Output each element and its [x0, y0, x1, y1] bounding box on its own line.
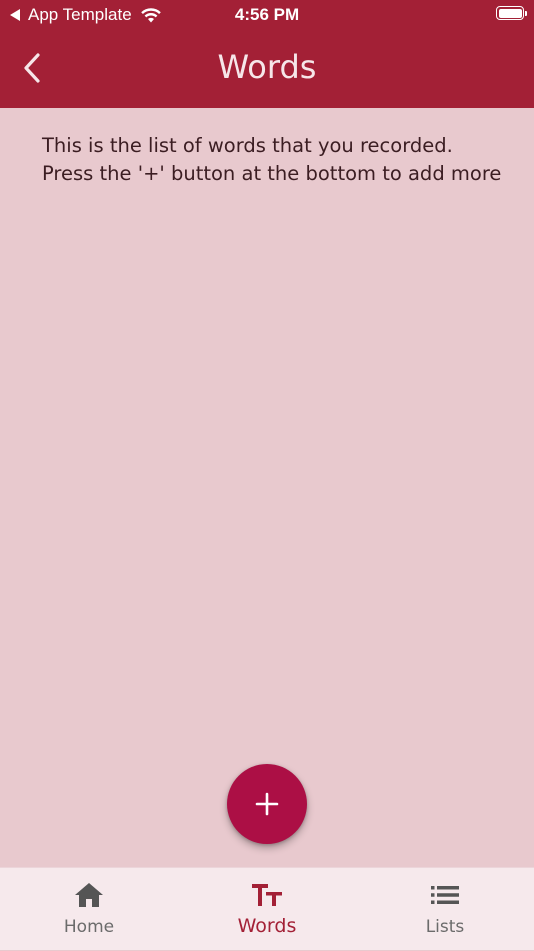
- page-title: Words: [217, 48, 317, 86]
- status-bar: App Template 4:56 PM: [0, 0, 534, 30]
- plus-icon: [255, 792, 279, 816]
- intro-line: This is the list of words that you recor…: [42, 134, 453, 157]
- text-size-icon: [252, 884, 282, 906]
- tab-words[interactable]: Words: [178, 868, 356, 951]
- app-header: App Template 4:56 PM Words: [0, 0, 534, 108]
- list-icon: [431, 886, 459, 904]
- tab-lists-label: Lists: [425, 917, 465, 937]
- tab-home-label: Home: [63, 917, 115, 937]
- intro-text: This is the list of words that you recor…: [42, 132, 512, 188]
- tab-bar: Home Words Lists: [0, 867, 534, 950]
- tab-lists[interactable]: Lists: [356, 868, 534, 951]
- tab-home[interactable]: Home: [0, 868, 178, 951]
- intro-line: Press the '+' button at the bottom to ad…: [42, 162, 502, 185]
- tab-words-label: Words: [237, 915, 297, 937]
- battery-icon: [496, 6, 527, 20]
- home-icon: [75, 883, 103, 907]
- status-time: 4:56 PM: [234, 5, 300, 24]
- add-word-button[interactable]: [227, 764, 307, 844]
